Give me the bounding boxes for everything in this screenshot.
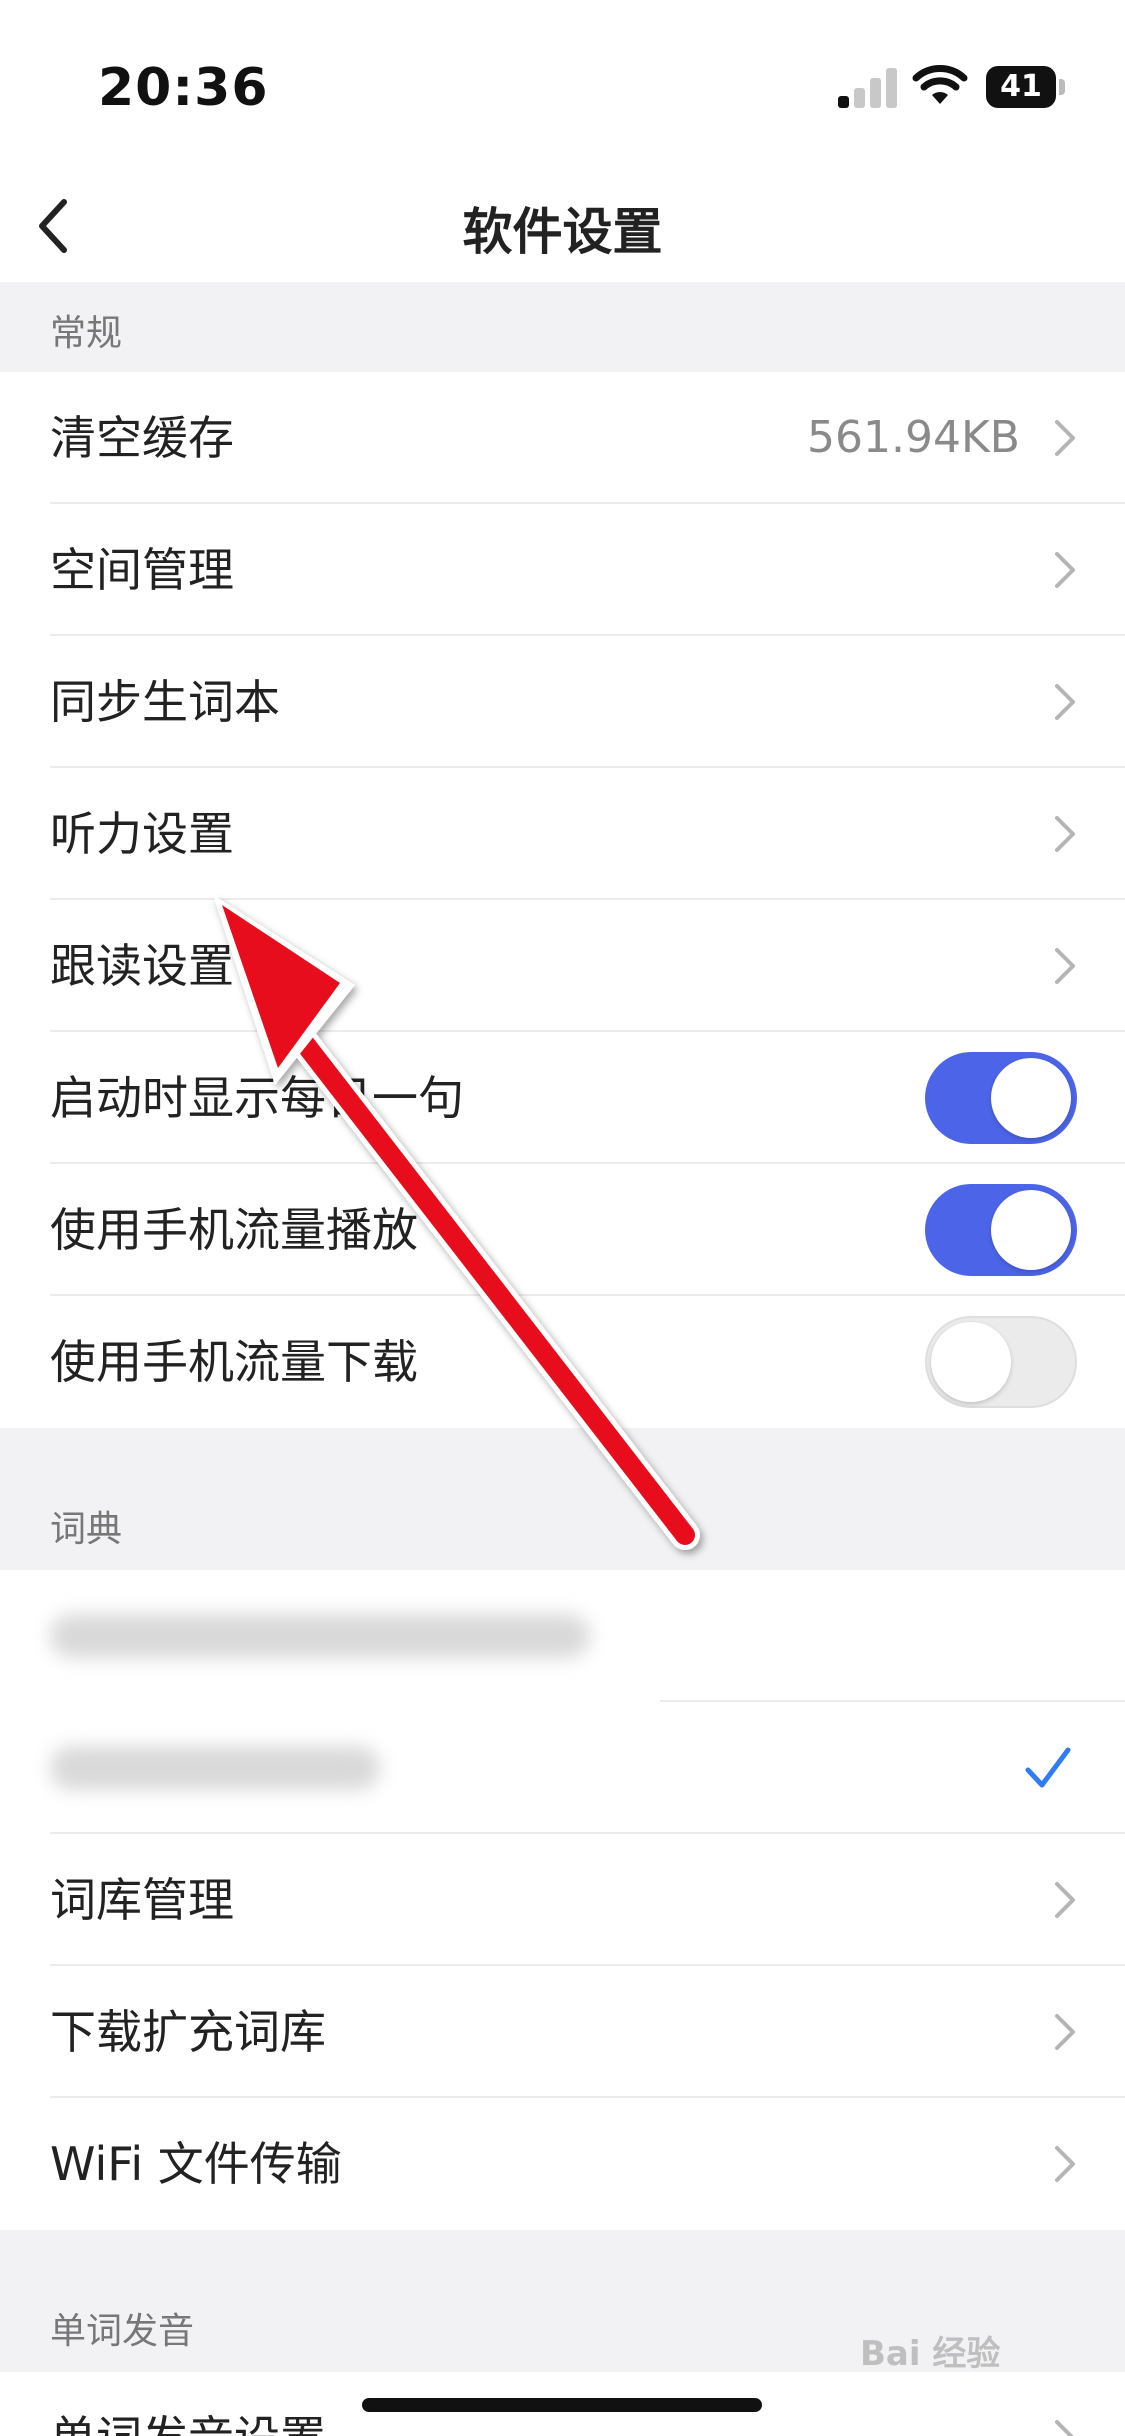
settings-row-sync-wordbook[interactable]: 同步生词本	[0, 636, 1125, 768]
row-label: 启动时显示每日一句	[50, 1071, 464, 1125]
row-label: 空间管理	[50, 543, 234, 597]
settings-row-mobile-data-download: 使用手机流量下载	[0, 1296, 1125, 1428]
wifi-icon	[912, 65, 968, 104]
navigation-bar: 软件设置	[0, 170, 1125, 282]
settings-row-dictionary-library[interactable]: 词库管理	[0, 1834, 1125, 1966]
mobile-data-download-toggle[interactable]	[925, 1316, 1077, 1408]
blurred-dictionary-name	[50, 1746, 380, 1790]
row-label: 同步生词本	[50, 675, 280, 729]
settings-row-clear-cache[interactable]: 清空缓存 561.94KB	[0, 372, 1125, 504]
dictionary-item-blurred-2[interactable]	[0, 1702, 1125, 1834]
battery-level: 41	[1000, 69, 1042, 104]
section-header-label: 单词发音	[50, 2311, 195, 2352]
chevron-right-icon	[1055, 2420, 1074, 2436]
status-time: 20:36	[98, 58, 269, 118]
page-title: 软件设置	[462, 203, 663, 261]
checkmark-icon	[1025, 1747, 1071, 1788]
settings-row-daily-sentence: 启动时显示每日一句	[0, 1032, 1125, 1164]
settings-row-wifi-transfer[interactable]: WiFi 文件传输	[0, 2098, 1125, 2230]
toggle-knob	[991, 1058, 1071, 1138]
settings-row-mobile-data-play: 使用手机流量播放	[0, 1164, 1125, 1296]
settings-row-listening-settings[interactable]: 听力设置	[0, 768, 1125, 900]
mobile-data-play-toggle[interactable]	[925, 1184, 1077, 1276]
row-label: 下载扩充词库	[50, 2005, 326, 2059]
row-label: 使用手机流量下载	[50, 1335, 418, 1389]
row-label: 单词发音设置	[50, 2372, 326, 2436]
chevron-right-icon	[1055, 552, 1075, 588]
home-indicator[interactable]	[362, 2398, 762, 2412]
dictionary-item-blurred-1[interactable]	[0, 1570, 1125, 1702]
row-label: 听力设置	[50, 807, 234, 861]
chevron-right-icon	[1055, 420, 1075, 456]
watermark: Bai 经验	[860, 2334, 1001, 2374]
chevron-right-icon	[1055, 816, 1075, 852]
section-header-dictionary: 词典	[0, 1428, 1125, 1570]
chevron-right-icon	[1055, 2014, 1075, 2050]
row-label: WiFi 文件传输	[50, 2137, 342, 2191]
blurred-dictionary-name	[50, 1614, 590, 1658]
row-label: 跟读设置	[50, 939, 234, 993]
row-label: 使用手机流量播放	[50, 1203, 418, 1257]
status-bar: 20:36 41	[0, 0, 1125, 170]
section-header-label: 常规	[50, 313, 123, 354]
row-label: 词库管理	[50, 1873, 234, 1927]
settings-row-download-expand[interactable]: 下载扩充词库	[0, 1966, 1125, 2098]
settings-row-follow-reading[interactable]: 跟读设置	[0, 900, 1125, 1032]
signal-icon	[838, 66, 898, 108]
row-label: 清空缓存	[50, 411, 234, 465]
section-header-label: 词典	[50, 1509, 123, 1550]
battery-icon: 41	[986, 66, 1066, 108]
toggle-knob	[931, 1322, 1011, 1402]
chevron-right-icon	[1055, 684, 1075, 720]
chevron-right-icon	[1055, 948, 1075, 984]
chevron-right-icon	[1055, 1882, 1075, 1918]
daily-sentence-toggle[interactable]	[925, 1052, 1077, 1144]
settings-row-space-management[interactable]: 空间管理	[0, 504, 1125, 636]
cache-size-value: 561.94KB	[807, 412, 1020, 463]
section-header-general: 常规	[0, 282, 1125, 372]
toggle-knob	[991, 1190, 1071, 1270]
chevron-right-icon	[1055, 2146, 1075, 2182]
